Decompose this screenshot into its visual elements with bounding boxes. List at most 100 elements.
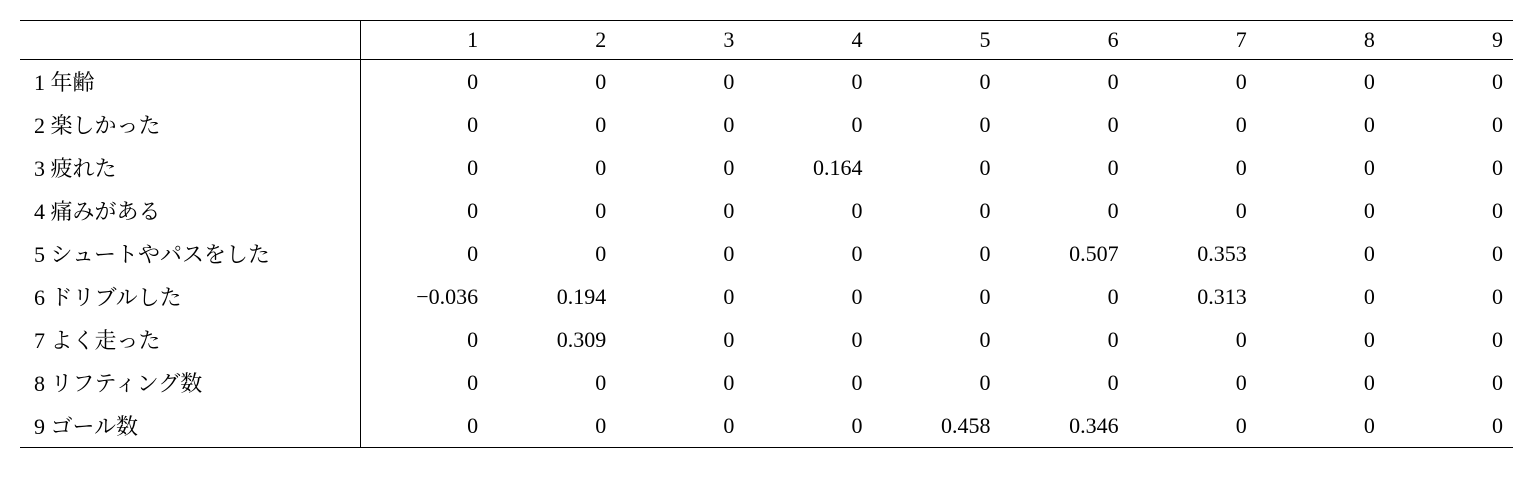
cell: 0 [616, 146, 744, 189]
row-label: 6 ドリブルした [20, 275, 360, 318]
cell: 0 [616, 404, 744, 448]
col-header: 3 [616, 21, 744, 60]
cell: 0 [1001, 275, 1129, 318]
cell: 0 [1385, 60, 1513, 104]
cell: 0.194 [488, 275, 616, 318]
cell: 0 [488, 361, 616, 404]
cell: 0 [1257, 275, 1385, 318]
cell: 0 [1001, 146, 1129, 189]
cell: 0.458 [872, 404, 1000, 448]
table-row: 6 ドリブルした −0.036 0.194 0 0 0 0 0.313 0 0 [20, 275, 1513, 318]
cell: 0 [488, 60, 616, 104]
cell: 0 [1001, 318, 1129, 361]
cell: 0 [488, 146, 616, 189]
cell: 0.507 [1001, 232, 1129, 275]
table-row: 5 シュートやパスをした 0 0 0 0 0 0.507 0.353 0 0 [20, 232, 1513, 275]
cell: 0 [488, 404, 616, 448]
col-header: 6 [1001, 21, 1129, 60]
cell: 0 [1385, 318, 1513, 361]
row-label: 5 シュートやパスをした [20, 232, 360, 275]
cell: 0 [360, 361, 488, 404]
cell: 0 [1257, 361, 1385, 404]
table-row: 8 リフティング数 0 0 0 0 0 0 0 0 0 [20, 361, 1513, 404]
table-header-row: 1 2 3 4 5 6 7 8 9 [20, 21, 1513, 60]
table-row: 3 疲れた 0 0 0 0.164 0 0 0 0 0 [20, 146, 1513, 189]
cell: 0 [1129, 361, 1257, 404]
cell: 0 [872, 189, 1000, 232]
cell: 0 [872, 361, 1000, 404]
cell: 0 [616, 275, 744, 318]
cell: 0 [488, 103, 616, 146]
cell: 0 [616, 232, 744, 275]
cell: 0 [872, 318, 1000, 361]
cell: 0 [744, 275, 872, 318]
cell: 0 [1257, 404, 1385, 448]
cell: 0 [872, 232, 1000, 275]
cell: 0 [616, 361, 744, 404]
row-label: 1 年齢 [20, 60, 360, 104]
cell: 0 [1385, 146, 1513, 189]
cell: 0 [1257, 146, 1385, 189]
cell: 0 [1001, 361, 1129, 404]
cell: 0 [488, 232, 616, 275]
col-header: 2 [488, 21, 616, 60]
row-label: 2 楽しかった [20, 103, 360, 146]
cell: 0 [744, 361, 872, 404]
row-label: 3 疲れた [20, 146, 360, 189]
col-header: 9 [1385, 21, 1513, 60]
cell: 0 [360, 103, 488, 146]
cell: 0 [1385, 189, 1513, 232]
cell: 0 [744, 318, 872, 361]
cell: 0 [1129, 103, 1257, 146]
cell: 0.313 [1129, 275, 1257, 318]
cell: −0.036 [360, 275, 488, 318]
cell: 0 [1257, 232, 1385, 275]
table-row: 2 楽しかった 0 0 0 0 0 0 0 0 0 [20, 103, 1513, 146]
cell: 0 [360, 318, 488, 361]
cell: 0 [872, 60, 1000, 104]
cell: 0.346 [1001, 404, 1129, 448]
cell: 0 [360, 146, 488, 189]
cell: 0 [616, 189, 744, 232]
cell: 0 [1385, 361, 1513, 404]
cell: 0.309 [488, 318, 616, 361]
cell: 0 [872, 275, 1000, 318]
cell: 0 [872, 103, 1000, 146]
cell: 0 [1129, 189, 1257, 232]
row-label: 9 ゴール数 [20, 404, 360, 448]
cell: 0 [1257, 189, 1385, 232]
col-header: 4 [744, 21, 872, 60]
col-header: 8 [1257, 21, 1385, 60]
cell: 0.353 [1129, 232, 1257, 275]
table-row: 1 年齢 0 0 0 0 0 0 0 0 0 [20, 60, 1513, 104]
cell: 0 [360, 189, 488, 232]
cell: 0 [744, 103, 872, 146]
cell: 0 [1385, 103, 1513, 146]
cell: 0 [1129, 404, 1257, 448]
cell: 0 [488, 189, 616, 232]
cell: 0 [1257, 103, 1385, 146]
cell: 0.164 [744, 146, 872, 189]
cell: 0 [1385, 232, 1513, 275]
col-header: 5 [872, 21, 1000, 60]
cell: 0 [616, 103, 744, 146]
table-row: 7 よく走った 0 0.309 0 0 0 0 0 0 0 [20, 318, 1513, 361]
cell: 0 [360, 60, 488, 104]
col-header: 1 [360, 21, 488, 60]
cell: 0 [360, 232, 488, 275]
cell: 0 [1129, 318, 1257, 361]
cell: 0 [1129, 146, 1257, 189]
cell: 0 [744, 232, 872, 275]
col-header: 7 [1129, 21, 1257, 60]
row-label: 4 痛みがある [20, 189, 360, 232]
header-blank [20, 21, 360, 60]
row-label: 8 リフティング数 [20, 361, 360, 404]
row-label: 7 よく走った [20, 318, 360, 361]
correlation-table: 1 2 3 4 5 6 7 8 9 1 年齢 0 0 0 0 0 0 0 0 0… [20, 20, 1513, 448]
cell: 0 [1001, 60, 1129, 104]
table-row: 4 痛みがある 0 0 0 0 0 0 0 0 0 [20, 189, 1513, 232]
cell: 0 [360, 404, 488, 448]
cell: 0 [1257, 318, 1385, 361]
cell: 0 [1001, 189, 1129, 232]
cell: 0 [744, 60, 872, 104]
